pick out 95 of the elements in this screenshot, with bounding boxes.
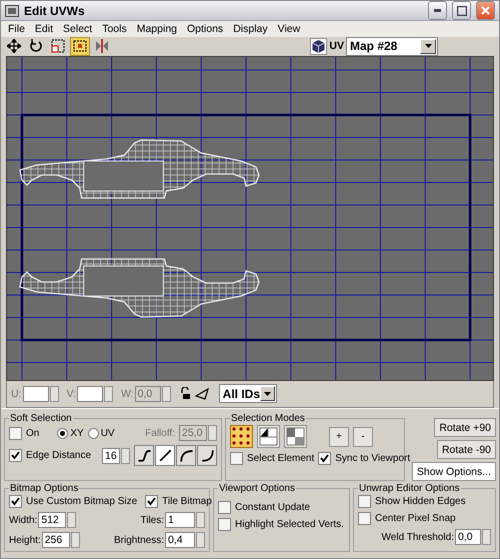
- vertex-icon: [232, 427, 251, 446]
- checkbox[interactable]: [230, 452, 243, 465]
- menu-item[interactable]: Mapping: [132, 22, 182, 35]
- coordinate-field[interactable]: [22, 386, 48, 402]
- tool-button[interactable]: [70, 36, 90, 56]
- minimize-icon: [434, 9, 441, 12]
- field-label: Brightness:: [114, 534, 164, 546]
- action-button[interactable]: Show Options...: [412, 462, 496, 481]
- checkbox[interactable]: [218, 518, 231, 531]
- action-button[interactable]: Rotate -90: [436, 440, 496, 459]
- maximize-icon: [456, 6, 466, 16]
- close-button[interactable]: [476, 1, 495, 20]
- field-label: Width:: [9, 514, 38, 526]
- checkbox-label: Center Pixel Snap: [375, 513, 456, 524]
- menu-item[interactable]: Select: [58, 22, 98, 35]
- checkbox-label: Select Element: [247, 453, 314, 464]
- field-label: Height:: [9, 534, 41, 546]
- app-icon: [5, 4, 19, 17]
- checkbox[interactable]: [9, 426, 22, 440]
- menu-item[interactable]: Edit: [30, 22, 58, 35]
- checkbox[interactable]: [9, 495, 22, 508]
- menu-item[interactable]: Tools: [97, 22, 132, 35]
- scale-icon: [51, 39, 65, 54]
- caret-icon: [264, 392, 271, 396]
- id-dropdown[interactable]: All IDs: [218, 384, 277, 404]
- radio-button[interactable]: [88, 428, 99, 438]
- falloff-curve-button[interactable]: [197, 445, 217, 466]
- freeform-icon: [73, 39, 87, 54]
- maximize-button[interactable]: [452, 1, 471, 20]
- minimize-button[interactable]: [428, 1, 447, 20]
- field-label: Tiles:: [140, 514, 164, 526]
- checkbox-label: Show Hidden Edges: [375, 496, 466, 507]
- coordinate-field[interactable]: [77, 386, 104, 402]
- checkbox-label: Edge Distance: [26, 450, 92, 461]
- tiles-field[interactable]: 1: [165, 512, 195, 528]
- brightness-field[interactable]: 0,4: [165, 532, 195, 548]
- weld-threshold-field[interactable]: 0,0: [455, 529, 481, 545]
- menu-item[interactable]: Display: [228, 22, 273, 35]
- edge-distance-field[interactable]: 16: [102, 448, 120, 464]
- dropdown-button[interactable]: [260, 386, 275, 402]
- checkbox-label: On: [26, 428, 40, 438]
- lock-icon[interactable]: [178, 387, 191, 400]
- triangle-icon[interactable]: [194, 388, 209, 400]
- uv-label[interactable]: UV: [329, 40, 344, 52]
- coordinate-label: U:: [11, 388, 22, 400]
- checkbox[interactable]: [358, 495, 371, 508]
- close-icon: [481, 6, 490, 16]
- mirror-icon: [95, 39, 109, 54]
- action-button[interactable]: Rotate +90: [434, 418, 496, 437]
- radio-label: UV: [100, 428, 115, 438]
- group-title: Selection Modes: [230, 413, 306, 424]
- checkbox-label: Tile Bitmap: [162, 496, 212, 507]
- menu-item[interactable]: Options: [182, 22, 228, 35]
- checkbox-label: Use Custom Bitmap Size: [26, 496, 138, 507]
- checkbox-label: Constant Update: [235, 502, 310, 513]
- checkbox-label: Highlight Selected Verts.: [235, 519, 344, 530]
- shrink-button[interactable]: -: [353, 426, 373, 446]
- menu-item[interactable]: View: [272, 22, 306, 35]
- curve-icon: [156, 447, 174, 464]
- group-title: Unwrap Editor Options: [358, 483, 461, 494]
- checkbox-label: Sync to Viewport: [335, 453, 410, 464]
- checkbox[interactable]: [145, 495, 158, 508]
- menu-item[interactable]: File: [3, 22, 30, 35]
- rotate-icon: [29, 39, 43, 54]
- radio-label: XY: [70, 428, 84, 438]
- grow-button[interactable]: +: [329, 426, 349, 446]
- group-title: Soft Selection: [9, 413, 73, 424]
- cube-icon[interactable]: [310, 38, 328, 55]
- coordinate-label: V:: [66, 388, 76, 400]
- radio-button[interactable]: [57, 428, 68, 438]
- edge-icon: [259, 427, 278, 446]
- group-title: Viewport Options: [218, 483, 296, 494]
- checkbox[interactable]: [9, 449, 22, 462]
- dropdown-button[interactable]: [420, 38, 436, 54]
- group-title: Bitmap Options: [9, 483, 80, 494]
- tool-button[interactable]: [4, 36, 24, 56]
- coordinate-label: W:: [121, 388, 134, 400]
- falloff-curve-button[interactable]: [134, 445, 154, 466]
- window-title: Edit UVWs: [24, 4, 86, 18]
- falloff-label: Falloff:: [145, 428, 175, 438]
- falloff-curve-button[interactable]: [176, 445, 196, 466]
- curve-icon: [136, 447, 152, 464]
- falloff-curve-button[interactable]: [155, 445, 175, 466]
- face-icon: [286, 427, 305, 446]
- width-field[interactable]: 512: [38, 512, 66, 528]
- curve-icon: [178, 447, 194, 464]
- selection-mode-button[interactable]: [257, 425, 280, 448]
- field-label: Weld Threshold:: [382, 532, 454, 542]
- map-dropdown[interactable]: Map #28: [346, 36, 438, 56]
- checkbox[interactable]: [218, 501, 231, 514]
- caret-icon: [424, 44, 432, 48]
- move-icon: [7, 39, 21, 54]
- height-field[interactable]: 256: [42, 532, 70, 548]
- checkbox[interactable]: [358, 512, 371, 525]
- checkbox[interactable]: [318, 452, 332, 465]
